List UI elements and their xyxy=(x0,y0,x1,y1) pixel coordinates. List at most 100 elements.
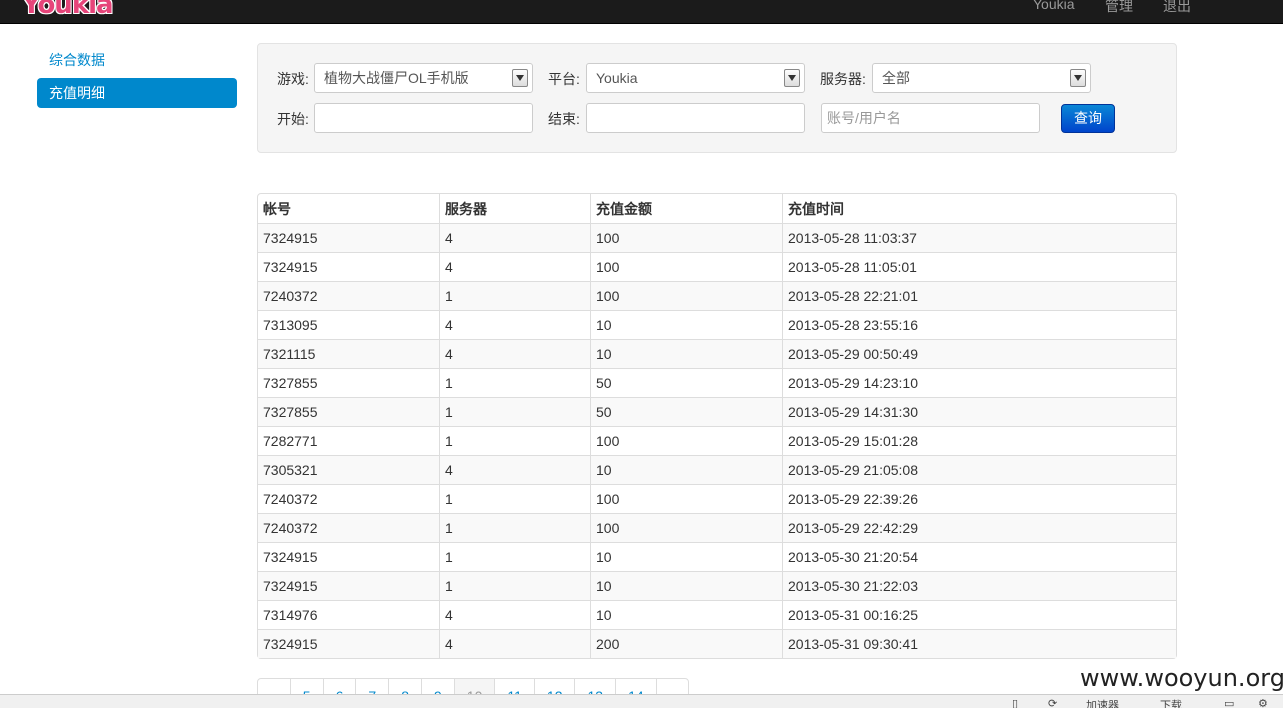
bookmark-icon[interactable]: ▯ xyxy=(1012,697,1018,708)
cell-amount: 100 xyxy=(590,252,782,281)
cell-time: 2013-05-29 15:01:28 xyxy=(782,426,1176,455)
cell-account: 7314976 xyxy=(258,600,439,629)
column-header-server: 服务器 xyxy=(439,194,590,223)
column-header-account: 帐号 xyxy=(263,200,291,217)
cell-account: 7327855 xyxy=(258,368,439,397)
cell-account: 7313095 xyxy=(258,310,439,339)
cell-account: 7282771 xyxy=(258,426,439,455)
filter-panel xyxy=(257,43,1177,153)
cell-server: 1 xyxy=(439,542,590,571)
cell-server: 4 xyxy=(439,455,590,484)
chevron-down-icon[interactable] xyxy=(784,69,800,87)
cell-amount: 100 xyxy=(590,223,782,252)
table-row: 7321115 4 10 2013-05-29 00:50:49 xyxy=(258,339,1176,368)
query-button[interactable]: 查询 xyxy=(1061,104,1115,133)
cell-amount: 200 xyxy=(590,629,782,658)
nav-logout-link[interactable]: 退出 xyxy=(1163,0,1191,16)
table-row: 7240372 1 100 2013-05-28 22:21:01 xyxy=(258,281,1176,310)
cell-account: 7324915 xyxy=(258,571,439,600)
cell-time: 2013-05-30 21:22:03 xyxy=(782,571,1176,600)
cell-time: 2013-05-28 11:03:37 xyxy=(782,223,1176,252)
table-row: 7240372 1 100 2013-05-29 22:42:29 xyxy=(258,513,1176,542)
start-date-input[interactable] xyxy=(314,103,533,133)
cell-server: 1 xyxy=(439,368,590,397)
game-label: 游戏: xyxy=(277,71,309,87)
top-navbar: Youkia Youkia 管理 退出 xyxy=(0,0,1283,24)
cell-amount: 50 xyxy=(590,397,782,426)
table-row: 7327855 1 50 2013-05-29 14:31:30 xyxy=(258,397,1176,426)
table-row: 7282771 1 100 2013-05-29 15:01:28 xyxy=(258,426,1176,455)
cell-account: 7321115 xyxy=(258,339,439,368)
cell-server: 4 xyxy=(439,339,590,368)
start-label: 开始: xyxy=(277,111,309,127)
sidebar-item-recharge-detail[interactable]: 充值明细 xyxy=(37,78,237,108)
brand-logo[interactable]: Youkia xyxy=(22,0,114,20)
cell-amount: 10 xyxy=(590,600,782,629)
cell-time: 2013-05-28 23:55:16 xyxy=(782,310,1176,339)
cell-account: 7324915 xyxy=(258,223,439,252)
cell-account: 7324915 xyxy=(258,252,439,281)
cell-account: 7327855 xyxy=(258,397,439,426)
cell-time: 2013-05-30 21:20:54 xyxy=(782,542,1176,571)
cell-amount: 10 xyxy=(590,571,782,600)
cell-server: 4 xyxy=(439,629,590,658)
cell-amount: 10 xyxy=(590,339,782,368)
server-label: 服务器: xyxy=(820,71,866,87)
nav-admin-link[interactable]: 管理 xyxy=(1105,0,1133,16)
account-search-input[interactable]: 账号/用户名 xyxy=(821,103,1040,133)
cell-server: 1 xyxy=(439,281,590,310)
cell-amount: 10 xyxy=(590,310,782,339)
settings-icon[interactable]: ⚙ xyxy=(1258,697,1268,708)
cell-account: 7240372 xyxy=(258,281,439,310)
cell-time: 2013-05-29 14:23:10 xyxy=(782,368,1176,397)
cell-amount: 100 xyxy=(590,281,782,310)
table-row: 7324915 4 100 2013-05-28 11:03:37 xyxy=(258,223,1176,252)
refresh-icon[interactable]: ⟳ xyxy=(1048,697,1057,708)
cell-account: 7305321 xyxy=(258,455,439,484)
table-row: 7327855 1 50 2013-05-29 14:23:10 xyxy=(258,368,1176,397)
cell-time: 2013-05-28 11:05:01 xyxy=(782,252,1176,281)
cell-time: 2013-05-29 22:39:26 xyxy=(782,484,1176,513)
game-select-value: 植物大战僵尸OL手机版 xyxy=(324,70,469,86)
end-date-input[interactable] xyxy=(586,103,805,133)
cell-account: 7240372 xyxy=(258,484,439,513)
table-row: 7313095 4 10 2013-05-28 23:55:16 xyxy=(258,310,1176,339)
table-row: 7314976 4 10 2013-05-31 00:16:25 xyxy=(258,600,1176,629)
cell-time: 2013-05-29 00:50:49 xyxy=(782,339,1176,368)
cell-amount: 10 xyxy=(590,455,782,484)
column-header-time: 充值时间 xyxy=(782,194,1176,223)
cell-server: 1 xyxy=(439,513,590,542)
cell-time: 2013-05-31 09:30:41 xyxy=(782,629,1176,658)
cell-server: 4 xyxy=(439,600,590,629)
sidebar-item-overview[interactable]: 综合数据 xyxy=(37,45,237,75)
cell-server: 1 xyxy=(439,397,590,426)
cell-account: 7324915 xyxy=(258,542,439,571)
table-row: 7305321 4 10 2013-05-29 21:05:08 xyxy=(258,455,1176,484)
watermark: www.wooyun.org xyxy=(1076,664,1283,692)
cell-amount: 100 xyxy=(590,513,782,542)
cell-time: 2013-05-29 14:31:30 xyxy=(782,397,1176,426)
cell-amount: 50 xyxy=(590,368,782,397)
cell-amount: 100 xyxy=(590,484,782,513)
cell-amount: 10 xyxy=(590,542,782,571)
nav-user-link[interactable]: Youkia xyxy=(1033,0,1075,12)
cell-time: 2013-05-31 00:16:25 xyxy=(782,600,1176,629)
table-row: 7240372 1 100 2013-05-29 22:39:26 xyxy=(258,484,1176,513)
platform-select[interactable]: Youkia xyxy=(586,63,805,93)
platform-select-value: Youkia xyxy=(596,70,638,86)
server-select[interactable]: 全部 xyxy=(872,63,1091,93)
recharge-table: 帐号 服务器 充值金额 充值时间 7324915 4 100 2013-05-28 1… xyxy=(257,193,1177,659)
table-row: 7324915 1 10 2013-05-30 21:20:54 xyxy=(258,542,1176,571)
chevron-down-icon[interactable] xyxy=(512,69,528,87)
speedup-button[interactable]: 加速器 xyxy=(1086,697,1119,708)
cell-amount: 100 xyxy=(590,426,782,455)
column-header-amount: 充值金额 xyxy=(590,194,782,223)
download-button[interactable]: 下载 xyxy=(1160,697,1182,708)
window-icon[interactable]: ▭ xyxy=(1224,697,1234,708)
chevron-down-icon[interactable] xyxy=(1070,69,1086,87)
cell-time: 2013-05-29 21:05:08 xyxy=(782,455,1176,484)
cell-server: 4 xyxy=(439,310,590,339)
table-header-row: 帐号 服务器 充值金额 充值时间 xyxy=(258,194,1176,223)
game-select[interactable]: 植物大战僵尸OL手机版 xyxy=(314,63,533,93)
platform-label: 平台: xyxy=(548,71,580,87)
